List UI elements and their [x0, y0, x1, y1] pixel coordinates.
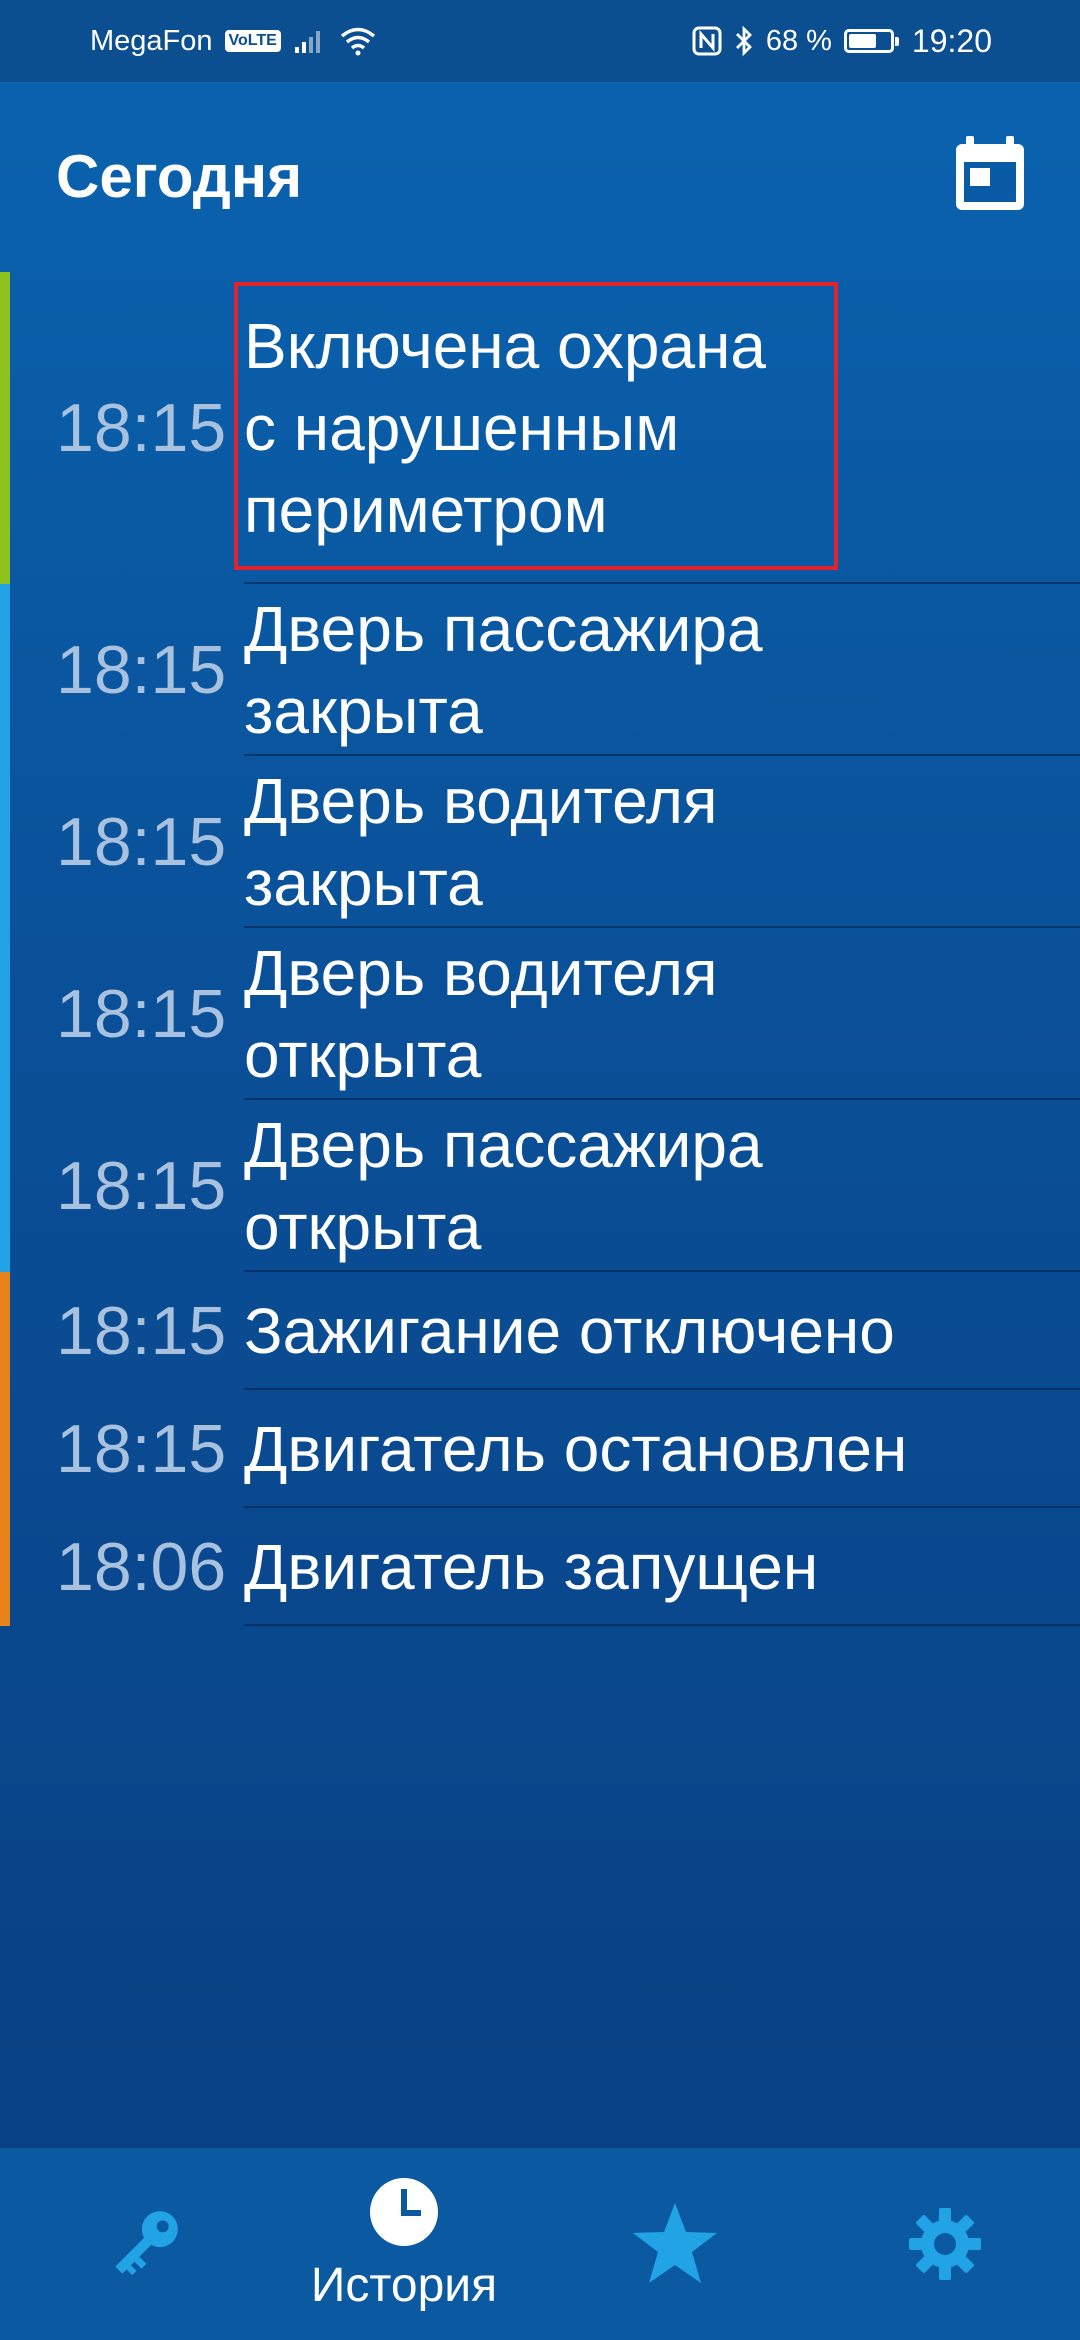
event-type-marker — [0, 584, 10, 756]
event-text: Двигатель остановлен — [244, 1413, 908, 1485]
page-title: Сегодня — [56, 143, 303, 210]
wifi-icon — [340, 27, 375, 56]
gear-icon — [909, 2208, 981, 2280]
calendar-icon — [956, 136, 1024, 210]
event-text: Дверь водителя открыта — [244, 937, 718, 1091]
event-time: 18:15 — [56, 1411, 227, 1487]
nav-history-button[interactable]: История — [284, 2148, 524, 2340]
clock-icon — [370, 2177, 438, 2246]
event-type-marker — [0, 756, 10, 928]
event-type-marker — [0, 1390, 10, 1508]
event-row[interactable]: 18:15 Дверь водителя открыта — [0, 928, 1080, 1100]
event-time: 18:15 — [56, 632, 227, 708]
nfc-icon — [692, 26, 722, 56]
star-icon — [633, 2203, 717, 2283]
nav-favorites-button[interactable] — [570, 2148, 780, 2340]
event-text: Дверь водителя закрыта — [244, 765, 718, 919]
event-text: Зажигание отключено — [244, 1295, 895, 1367]
event-row[interactable]: 18:15 Зажигание отключено — [0, 1272, 1080, 1390]
event-time: 18:06 — [56, 1529, 227, 1605]
bottom-nav: История — [0, 2148, 1080, 2340]
event-type-marker — [0, 928, 10, 1100]
event-text: Дверь пассажира закрыта — [244, 593, 763, 747]
event-row[interactable]: 18:15 Включена охрана с нарушенным периме… — [0, 272, 1080, 584]
bluetooth-icon — [735, 25, 752, 57]
event-time: 18:15 — [56, 1148, 227, 1224]
battery-icon — [843, 29, 899, 53]
row-divider — [244, 1624, 1080, 1626]
event-time: 18:15 — [56, 390, 227, 466]
nav-settings-button[interactable] — [840, 2148, 1050, 2340]
nav-history-label: История — [310, 2258, 498, 2312]
status-bar: MegaFon VoLTE 68 % 19:20 — [0, 0, 1080, 82]
event-row[interactable]: 18:06 Двигатель запущен — [0, 1508, 1080, 1626]
header: Сегодня — [0, 82, 1080, 272]
event-type-marker — [0, 1100, 10, 1272]
calendar-button[interactable] — [952, 134, 1028, 214]
nav-key-button[interactable] — [40, 2148, 250, 2340]
event-text: Дверь пассажира открыта — [244, 1109, 763, 1263]
event-list: 18:15 Включена охрана с нарушенным периме… — [0, 272, 1080, 1626]
event-type-marker — [0, 1508, 10, 1626]
clock-time: 19:20 — [911, 22, 992, 59]
event-time: 18:15 — [56, 1293, 227, 1369]
status-bar-right: 68 % 19:20 — [692, 23, 992, 60]
battery-level — [848, 34, 877, 48]
event-type-marker — [0, 272, 10, 584]
key-icon — [115, 2211, 178, 2276]
status-bar-left: MegaFon VoLTE — [90, 25, 377, 58]
event-time: 18:15 — [56, 804, 227, 880]
event-text: Двигатель запущен — [244, 1531, 819, 1603]
battery-percent: 68 % — [765, 24, 832, 57]
volte-badge: VoLTE — [224, 30, 281, 52]
carrier-label: MegaFon — [90, 24, 213, 57]
event-time: 18:15 — [56, 976, 227, 1052]
event-row[interactable]: 18:15 Дверь пассажира открыта — [0, 1100, 1080, 1272]
event-row[interactable]: 18:15 Двигатель остановлен — [0, 1390, 1080, 1508]
signal-icon — [294, 31, 320, 53]
event-row[interactable]: 18:15 Дверь водителя закрыта — [0, 756, 1080, 928]
event-row[interactable]: 18:15 Дверь пассажира закрыта — [0, 584, 1080, 756]
highlight-box — [234, 282, 838, 570]
event-type-marker — [0, 1272, 10, 1390]
